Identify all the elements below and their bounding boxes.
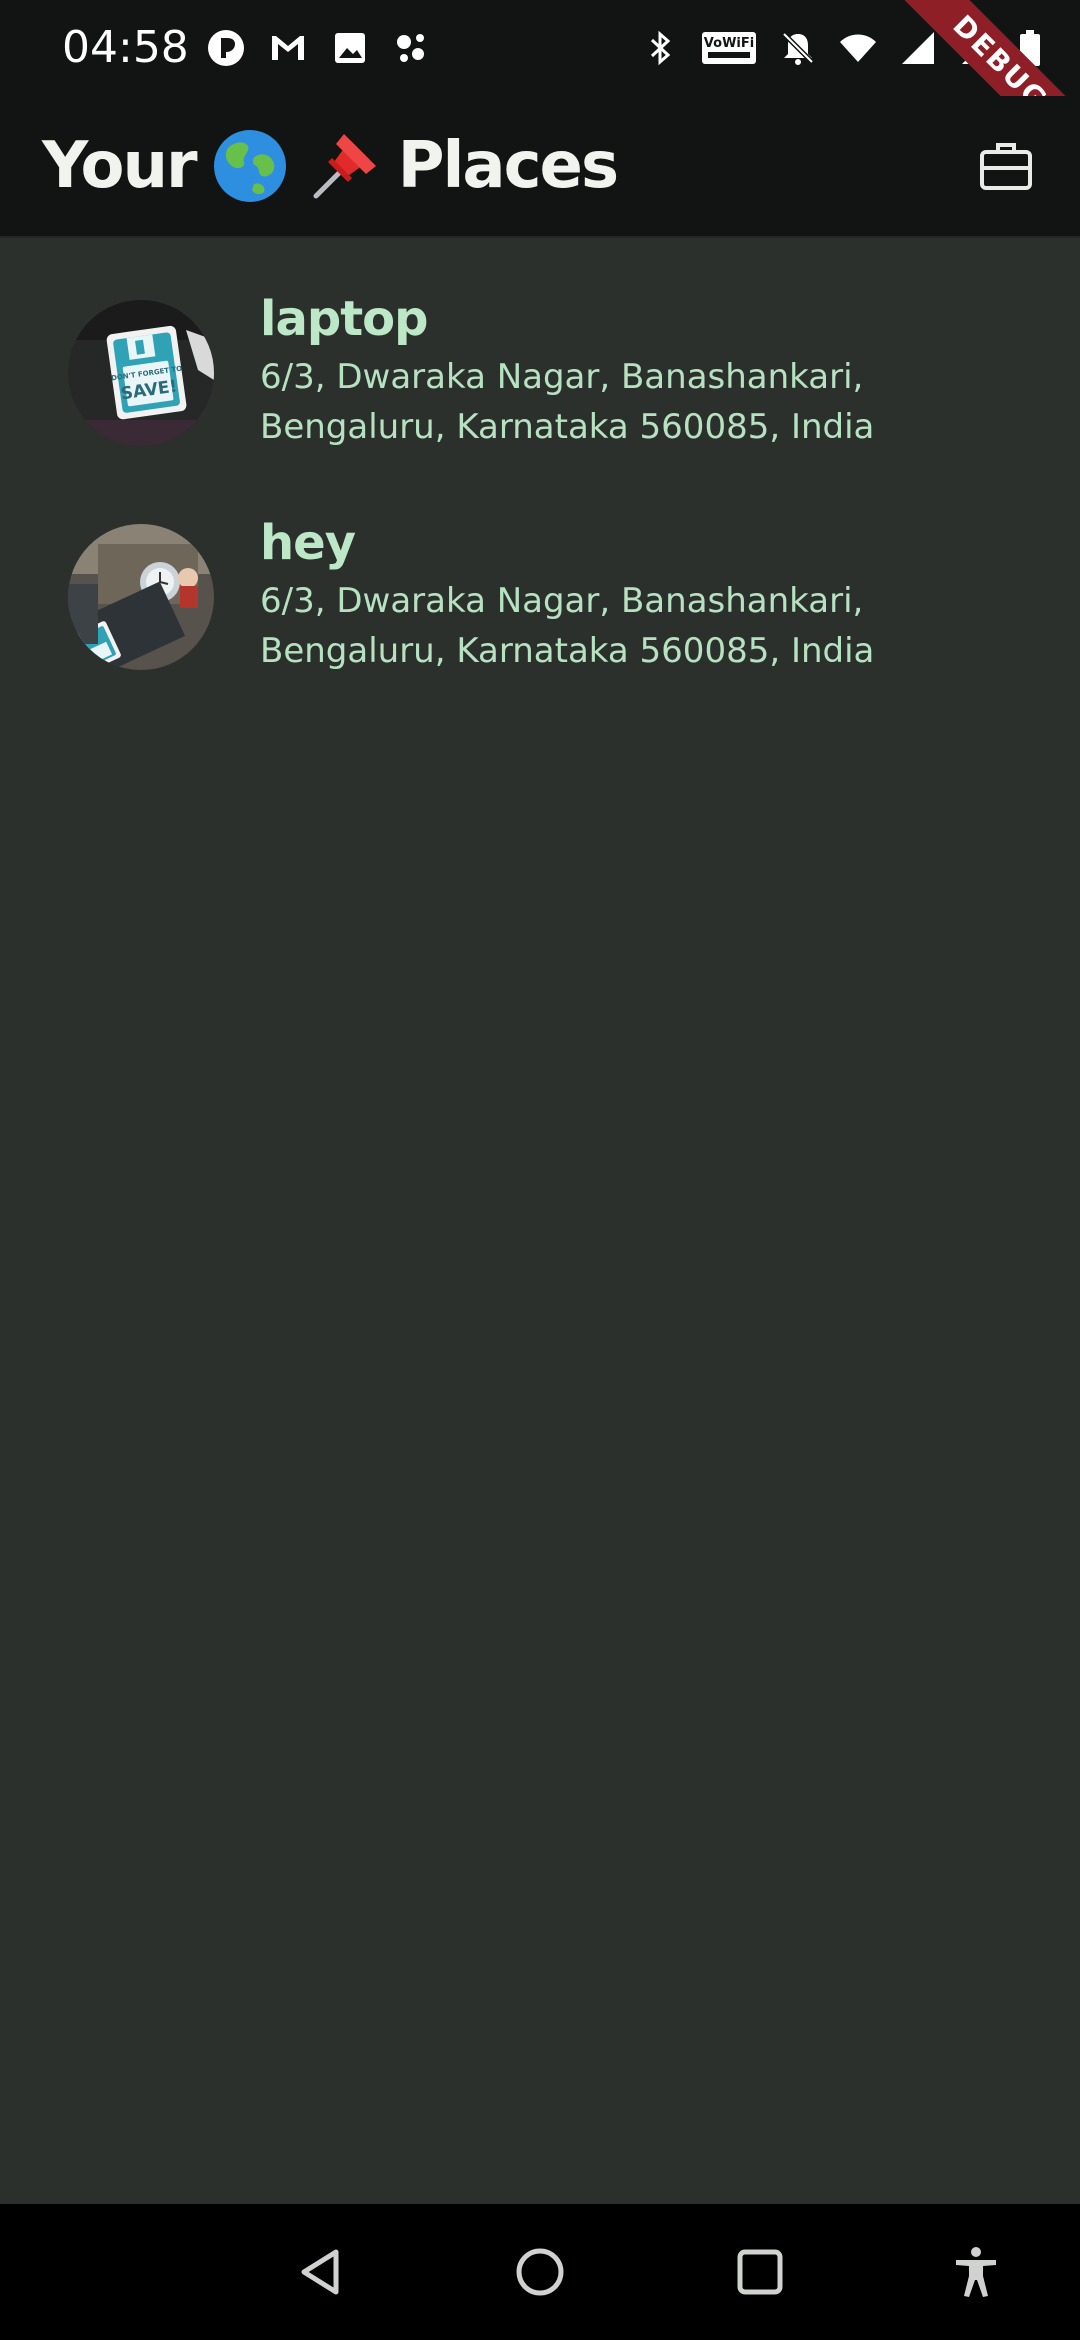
place-address: 6/3, Dwaraka Nagar, Banashankari, Bengal… — [260, 581, 875, 671]
app-bar: Your Places — [0, 96, 1080, 238]
tinder-app-icon — [206, 28, 246, 68]
place-image — [68, 524, 214, 670]
briefcase-icon — [980, 143, 1032, 190]
globe-icon — [210, 126, 290, 206]
status-time: 04:58 — [62, 22, 189, 73]
place-address: 6/3, Dwaraka Nagar, Banashankari, Bengal… — [260, 357, 875, 447]
accessibility-button[interactable] — [946, 2242, 1006, 2302]
bell-off-icon — [778, 28, 818, 68]
vowifi-icon: VoWiFi — [700, 28, 758, 68]
briefcase-button[interactable] — [970, 130, 1042, 202]
page-title: Your Places — [42, 124, 619, 208]
wifi-icon — [838, 28, 878, 68]
title-prefix: Your — [42, 129, 198, 203]
svg-text:VoWiFi: VoWiFi — [704, 36, 754, 51]
back-button[interactable] — [292, 2242, 352, 2302]
place-title: laptop — [260, 291, 428, 347]
list-item[interactable]: DON'T FORGET TO SAVE! laptop 6/3, Dwarak… — [0, 238, 1080, 462]
place-title: hey — [260, 515, 356, 571]
home-icon — [516, 2248, 564, 2296]
gmail-icon — [268, 28, 308, 68]
recents-button[interactable] — [730, 2242, 790, 2302]
title-suffix: Places — [397, 129, 619, 203]
list-item[interactable]: hey 6/3, Dwaraka Nagar, Banashankari, Be… — [0, 462, 1080, 686]
places-list: DON'T FORGET TO SAVE! laptop 6/3, Dwarak… — [0, 238, 1080, 686]
home-button[interactable] — [510, 2242, 570, 2302]
status-bar: 04:58 VoWiFi DEBUG — [0, 0, 1080, 186]
place-text: hey 6/3, Dwaraka Nagar, Banashankari, Be… — [260, 512, 1040, 676]
back-icon — [301, 2249, 339, 2295]
pushpin-icon — [304, 126, 384, 206]
system-nav-bar — [0, 2204, 1080, 2340]
status-left-icons — [206, 24, 432, 72]
screen: 04:58 VoWiFi DEBUG Your Places DON'T FOR… — [0, 0, 1080, 2340]
gallery-icon — [330, 28, 370, 68]
place-text: laptop 6/3, Dwaraka Nagar, Banashankari,… — [260, 288, 1040, 452]
recents-icon — [737, 2249, 783, 2295]
place-image: DON'T FORGET TO SAVE! — [68, 300, 214, 446]
signal-icon — [898, 28, 938, 68]
accessibility-icon — [956, 2247, 996, 2297]
bluetooth-icon — [640, 28, 680, 68]
assistant-icon — [392, 28, 432, 68]
